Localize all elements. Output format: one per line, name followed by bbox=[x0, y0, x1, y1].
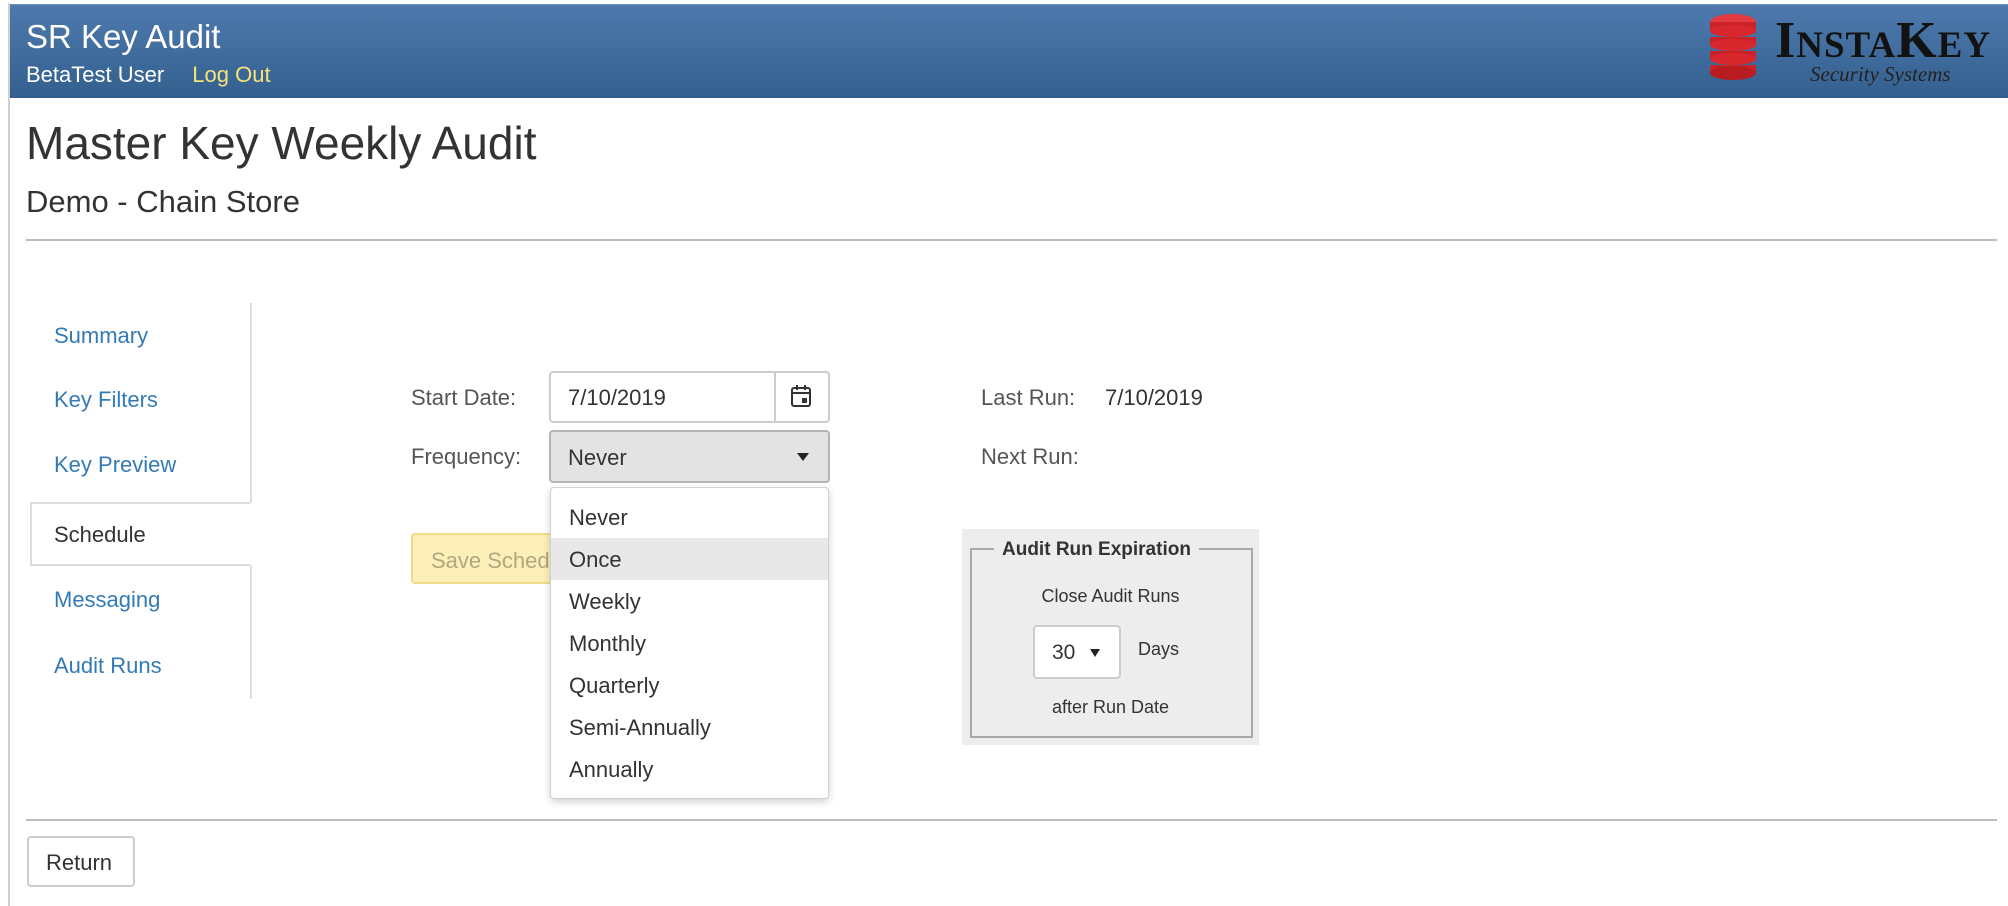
next-run-label: Next Run: bbox=[981, 444, 1079, 469]
frequency-dropdown: Never Once Weekly Monthly Quarterly Semi… bbox=[550, 487, 829, 799]
days-label: Days bbox=[1138, 639, 1180, 659]
frequency-value: Never bbox=[568, 445, 627, 470]
header-bar: SR Key Audit BetaTest User Log Out INSTA… bbox=[10, 4, 2008, 98]
start-date-field[interactable]: 7/10/2019 bbox=[549, 371, 830, 423]
tab-label: Messaging bbox=[54, 587, 161, 612]
tab-label: Schedule bbox=[54, 522, 146, 547]
option-quarterly[interactable]: Quarterly bbox=[551, 664, 828, 706]
user-line: BetaTest User Log Out bbox=[26, 62, 271, 88]
caret-down-icon bbox=[1090, 649, 1100, 657]
page-subtitle: Demo - Chain Store bbox=[26, 184, 300, 219]
frequency-label: Frequency: bbox=[411, 444, 522, 469]
user-name: BetaTest User bbox=[26, 62, 165, 87]
frequency-select[interactable]: Never bbox=[549, 430, 830, 483]
tab-label: Summary bbox=[54, 323, 149, 348]
page-title: Master Key Weekly Audit bbox=[26, 117, 537, 169]
start-date-label: Start Date: bbox=[411, 385, 517, 410]
tab-label: Key Preview bbox=[54, 452, 177, 477]
option-semi-annually[interactable]: Semi-Annually bbox=[551, 706, 828, 748]
calendar-icon bbox=[791, 385, 811, 407]
option-weekly[interactable]: Weekly bbox=[551, 580, 828, 622]
tab-audit-runs[interactable]: Audit Runs bbox=[30, 633, 250, 697]
option-annually[interactable]: Annually bbox=[551, 748, 828, 790]
side-tabs: Summary Key Filters Key Preview Schedule… bbox=[30, 303, 252, 699]
database-stack-icon bbox=[1710, 14, 1756, 80]
app-title: SR Key Audit bbox=[26, 18, 221, 55]
tab-label: Key Filters bbox=[54, 387, 158, 412]
tab-key-filters[interactable]: Key Filters bbox=[30, 367, 250, 431]
header-divider bbox=[26, 239, 1997, 241]
instakey-logo: INSTAKEY Security Systems bbox=[1702, 11, 2002, 91]
last-run-label: Last Run: bbox=[981, 385, 1076, 410]
tab-schedule[interactable]: Schedule bbox=[30, 502, 252, 566]
footer-divider bbox=[26, 819, 1997, 821]
calendar-button[interactable] bbox=[774, 373, 828, 421]
option-never[interactable]: Never bbox=[551, 496, 828, 538]
tab-summary[interactable]: Summary bbox=[30, 303, 250, 367]
start-date-value: 7/10/2019 bbox=[568, 385, 666, 410]
expiration-days-select[interactable]: 30 bbox=[1033, 625, 1121, 679]
return-label: Return bbox=[46, 850, 113, 875]
return-button[interactable]: Return bbox=[27, 836, 135, 887]
option-once[interactable]: Once bbox=[551, 538, 828, 580]
caret-down-icon bbox=[797, 453, 809, 461]
days-value: 30 bbox=[1052, 641, 1076, 664]
audit-run-expiration-panel: Audit Run Expiration Close Audit Runs 30… bbox=[962, 529, 1259, 745]
after-run-date-text: after Run Date bbox=[1051, 697, 1170, 717]
logout-link[interactable]: Log Out bbox=[192, 62, 270, 87]
last-run-value: 7/10/2019 bbox=[1105, 385, 1203, 410]
tab-label: Audit Runs bbox=[54, 653, 162, 678]
option-monthly[interactable]: Monthly bbox=[551, 622, 828, 664]
close-audit-runs-text: Close Audit Runs bbox=[1041, 586, 1180, 606]
tab-messaging[interactable]: Messaging bbox=[30, 567, 250, 631]
expiration-legend: Audit Run Expiration bbox=[994, 539, 1199, 561]
tab-key-preview[interactable]: Key Preview bbox=[30, 432, 250, 496]
save-schedule-button[interactable]: Save Schedule bbox=[411, 533, 571, 584]
logo-tagline: Security Systems bbox=[1810, 62, 1951, 86]
